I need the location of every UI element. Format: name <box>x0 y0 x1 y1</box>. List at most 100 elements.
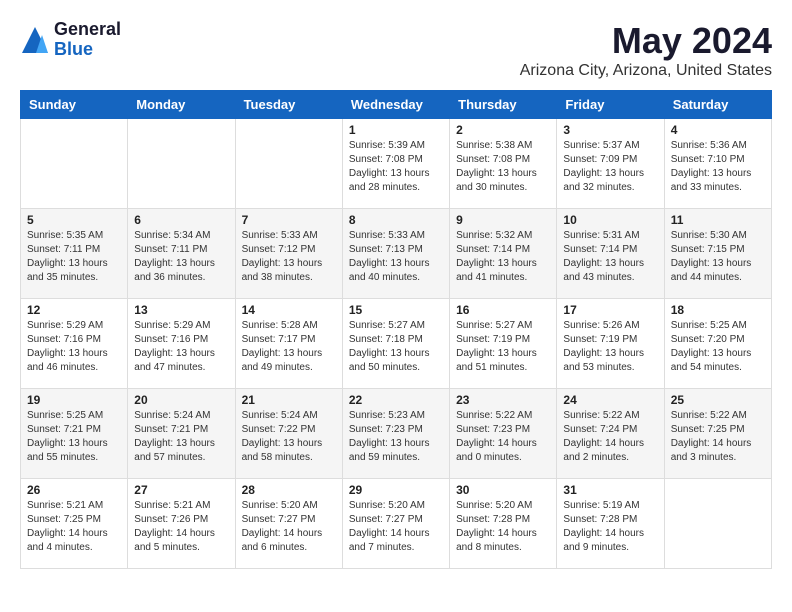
logo: General Blue <box>20 20 121 60</box>
day-cell: 30Sunrise: 5:20 AMSunset: 7:28 PMDayligh… <box>450 479 557 569</box>
week-row-2: 5 Sunrise: 5:35 AMSunset: 7:11 PMDaylight… <box>21 209 772 299</box>
day-info: Sunrise: 5:38 AMSunset: 7:08 PMDaylight:… <box>456 139 550 195</box>
day-cell: 20Sunrise: 5:24 AMSunset: 7:21 PMDayligh… <box>128 389 235 479</box>
location-title: Arizona City, Arizona, United States <box>520 62 772 80</box>
day-number: 3 <box>563 123 657 137</box>
week-row-3: 12 Sunrise: 5:29 AMSunset: 7:16 PMDayligh… <box>21 299 772 389</box>
day-number: 27 <box>134 483 228 497</box>
day-info: Sunrise: 5:27 AMSunset: 7:18 PMDaylight:… <box>349 319 443 375</box>
day-number: 28 <box>242 483 336 497</box>
day-cell: 29 Sunrise: 5:20 AMSunset: 7:27 PMDayligh… <box>342 479 449 569</box>
day-info: Sunrise: 5:29 AMSunset: 7:16 PMDaylight:… <box>134 319 228 375</box>
day-info: Sunrise: 5:39 AMSunset: 7:08 PMDaylight:… <box>349 139 443 195</box>
day-number: 16 <box>456 303 550 317</box>
day-info: Sunrise: 5:24 AMSunset: 7:22 PMDaylight:… <box>242 409 336 465</box>
day-cell: 23 Sunrise: 5:22 AMSunset: 7:23 PMDayligh… <box>450 389 557 479</box>
day-info: Sunrise: 5:25 AMSunset: 7:20 PMDaylight:… <box>671 319 765 375</box>
column-header-saturday: Saturday <box>664 91 771 119</box>
day-cell: 24 Sunrise: 5:22 AMSunset: 7:24 PMDayligh… <box>557 389 664 479</box>
day-cell: 9 Sunrise: 5:32 AMSunset: 7:14 PMDaylight… <box>450 209 557 299</box>
day-cell: 10 Sunrise: 5:31 AMSunset: 7:14 PMDayligh… <box>557 209 664 299</box>
day-info: Sunrise: 5:31 AMSunset: 7:14 PMDaylight:… <box>563 229 657 285</box>
day-cell: 31 Sunrise: 5:19 AMSunset: 7:28 PMDayligh… <box>557 479 664 569</box>
day-cell: 21 Sunrise: 5:24 AMSunset: 7:22 PMDayligh… <box>235 389 342 479</box>
day-number: 30 <box>456 483 550 497</box>
day-number: 8 <box>349 213 443 227</box>
day-cell: 6Sunrise: 5:34 AMSunset: 7:11 PMDaylight… <box>128 209 235 299</box>
day-info: Sunrise: 5:36 AMSunset: 7:10 PMDaylight:… <box>671 139 765 195</box>
day-cell: 22Sunrise: 5:23 AMSunset: 7:23 PMDayligh… <box>342 389 449 479</box>
logo-blue: Blue <box>54 40 121 60</box>
day-number: 14 <box>242 303 336 317</box>
column-header-friday: Friday <box>557 91 664 119</box>
day-info: Sunrise: 5:23 AMSunset: 7:23 PMDaylight:… <box>349 409 443 465</box>
day-cell: 17Sunrise: 5:26 AMSunset: 7:19 PMDayligh… <box>557 299 664 389</box>
day-cell: 8 Sunrise: 5:33 AMSunset: 7:13 PMDaylight… <box>342 209 449 299</box>
day-number: 17 <box>563 303 657 317</box>
header-row: SundayMondayTuesdayWednesdayThursdayFrid… <box>21 91 772 119</box>
day-cell <box>664 479 771 569</box>
day-number: 18 <box>671 303 765 317</box>
day-info: Sunrise: 5:22 AMSunset: 7:23 PMDaylight:… <box>456 409 550 465</box>
column-header-tuesday: Tuesday <box>235 91 342 119</box>
day-info: Sunrise: 5:34 AMSunset: 7:11 PMDaylight:… <box>134 229 228 285</box>
day-cell: 1 Sunrise: 5:39 AMSunset: 7:08 PMDaylight… <box>342 119 449 209</box>
day-number: 12 <box>27 303 121 317</box>
day-info: Sunrise: 5:20 AMSunset: 7:27 PMDaylight:… <box>242 499 336 555</box>
day-cell: 16 Sunrise: 5:27 AMSunset: 7:19 PMDayligh… <box>450 299 557 389</box>
day-info: Sunrise: 5:37 AMSunset: 7:09 PMDaylight:… <box>563 139 657 195</box>
calendar-body: 1 Sunrise: 5:39 AMSunset: 7:08 PMDaylight… <box>21 119 772 569</box>
day-number: 5 <box>27 213 121 227</box>
day-info: Sunrise: 5:20 AMSunset: 7:27 PMDaylight:… <box>349 499 443 555</box>
day-cell: 2 Sunrise: 5:38 AMSunset: 7:08 PMDaylight… <box>450 119 557 209</box>
day-number: 9 <box>456 213 550 227</box>
day-number: 15 <box>349 303 443 317</box>
week-row-4: 19 Sunrise: 5:25 AMSunset: 7:21 PMDayligh… <box>21 389 772 479</box>
day-cell: 11Sunrise: 5:30 AMSunset: 7:15 PMDayligh… <box>664 209 771 299</box>
day-info: Sunrise: 5:32 AMSunset: 7:14 PMDaylight:… <box>456 229 550 285</box>
day-info: Sunrise: 5:21 AMSunset: 7:25 PMDaylight:… <box>27 499 121 555</box>
day-number: 31 <box>563 483 657 497</box>
day-number: 26 <box>27 483 121 497</box>
column-header-thursday: Thursday <box>450 91 557 119</box>
calendar-table: SundayMondayTuesdayWednesdayThursdayFrid… <box>20 90 772 569</box>
day-cell: 26 Sunrise: 5:21 AMSunset: 7:25 PMDayligh… <box>21 479 128 569</box>
day-number: 1 <box>349 123 443 137</box>
month-title: May 2024 <box>520 20 772 62</box>
day-info: Sunrise: 5:19 AMSunset: 7:28 PMDaylight:… <box>563 499 657 555</box>
day-cell: 25Sunrise: 5:22 AMSunset: 7:25 PMDayligh… <box>664 389 771 479</box>
day-cell: 7Sunrise: 5:33 AMSunset: 7:12 PMDaylight… <box>235 209 342 299</box>
day-number: 2 <box>456 123 550 137</box>
logo-text: General Blue <box>54 20 121 60</box>
day-info: Sunrise: 5:33 AMSunset: 7:13 PMDaylight:… <box>349 229 443 285</box>
week-row-5: 26 Sunrise: 5:21 AMSunset: 7:25 PMDayligh… <box>21 479 772 569</box>
day-cell: 15 Sunrise: 5:27 AMSunset: 7:18 PMDayligh… <box>342 299 449 389</box>
day-cell: 18 Sunrise: 5:25 AMSunset: 7:20 PMDayligh… <box>664 299 771 389</box>
day-number: 4 <box>671 123 765 137</box>
column-header-sunday: Sunday <box>21 91 128 119</box>
day-cell: 27Sunrise: 5:21 AMSunset: 7:26 PMDayligh… <box>128 479 235 569</box>
day-info: Sunrise: 5:27 AMSunset: 7:19 PMDaylight:… <box>456 319 550 375</box>
day-number: 21 <box>242 393 336 407</box>
logo-icon <box>20 25 50 55</box>
day-cell: 13 Sunrise: 5:29 AMSunset: 7:16 PMDayligh… <box>128 299 235 389</box>
day-number: 13 <box>134 303 228 317</box>
calendar-header: SundayMondayTuesdayWednesdayThursdayFrid… <box>21 91 772 119</box>
day-info: Sunrise: 5:25 AMSunset: 7:21 PMDaylight:… <box>27 409 121 465</box>
day-number: 19 <box>27 393 121 407</box>
day-number: 10 <box>563 213 657 227</box>
day-info: Sunrise: 5:24 AMSunset: 7:21 PMDaylight:… <box>134 409 228 465</box>
day-number: 23 <box>456 393 550 407</box>
day-cell: 28 Sunrise: 5:20 AMSunset: 7:27 PMDayligh… <box>235 479 342 569</box>
day-info: Sunrise: 5:22 AMSunset: 7:24 PMDaylight:… <box>563 409 657 465</box>
day-info: Sunrise: 5:35 AMSunset: 7:11 PMDaylight:… <box>27 229 121 285</box>
page-header: General Blue May 2024 Arizona City, Ariz… <box>20 20 772 80</box>
day-cell <box>21 119 128 209</box>
day-info: Sunrise: 5:30 AMSunset: 7:15 PMDaylight:… <box>671 229 765 285</box>
day-number: 29 <box>349 483 443 497</box>
logo-general: General <box>54 20 121 40</box>
day-number: 24 <box>563 393 657 407</box>
day-info: Sunrise: 5:28 AMSunset: 7:17 PMDaylight:… <box>242 319 336 375</box>
day-number: 7 <box>242 213 336 227</box>
day-cell: 14 Sunrise: 5:28 AMSunset: 7:17 PMDayligh… <box>235 299 342 389</box>
